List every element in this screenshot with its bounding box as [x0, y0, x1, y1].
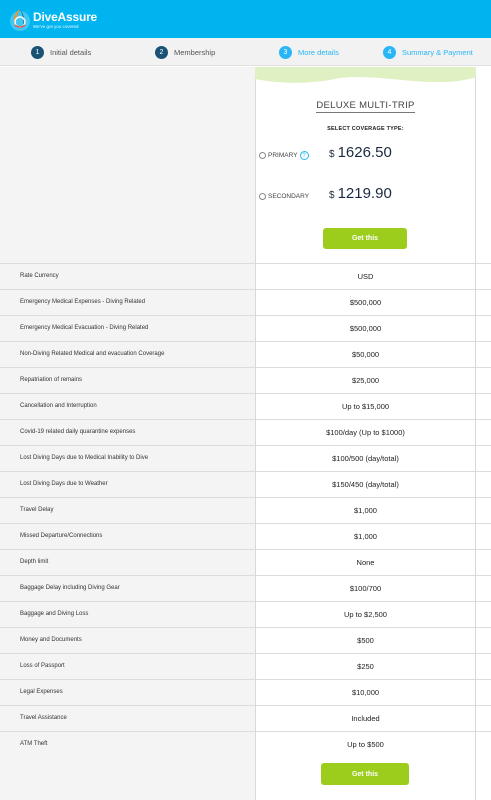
benefit-value: $500,000: [349, 298, 382, 307]
table-row: Travel Assistance Included: [0, 705, 491, 732]
benefit-label: Rate Currency: [20, 273, 59, 279]
step-membership[interactable]: 2 Membership: [155, 45, 215, 59]
benefit-value: Up to $2,500: [344, 610, 387, 619]
help-icon[interactable]: ?: [299, 151, 309, 160]
diveassure-logo[interactable]: DiveAssure We've got you covered: [6, 5, 98, 33]
benefit-label: Missed Departure/Connections: [20, 533, 103, 539]
step-more-details[interactable]: 3 More details: [279, 45, 339, 59]
table-row: ATM Theft Up to $500: [0, 731, 491, 758]
benefit-value: USD: [357, 272, 374, 281]
get-this-button-bottom[interactable]: Get this: [321, 763, 409, 785]
benefit-label: Legal Expenses: [20, 689, 63, 695]
benefit-value: $25,000: [351, 376, 380, 385]
table-row: Baggage Delay including Diving Gear $100/…: [0, 575, 491, 602]
benefit-value: $50,000: [351, 350, 380, 359]
currency-symbol: $: [329, 190, 335, 201]
table-row: Travel Delay $1,000: [0, 497, 491, 524]
benefit-label: Loss of Passport: [20, 663, 65, 669]
benefit-value: Included: [351, 714, 380, 723]
primary-label: PRIMARY: [268, 152, 298, 159]
primary-price: $1626.50: [329, 144, 392, 162]
currency-symbol: $: [329, 149, 335, 160]
benefit-value: $10,000: [351, 688, 380, 697]
benefit-label: Non-Diving Related Medical and evacuatio…: [20, 351, 165, 357]
table-row: Lost Diving Days due to Weather $150/450 …: [0, 471, 491, 498]
step-number: 4: [383, 45, 396, 59]
benefit-label: Emergency Medical Expenses - Diving Rela…: [20, 299, 146, 305]
benefit-label: Money and Documents: [20, 637, 82, 643]
table-row: Baggage and Diving Loss Up to $2,500: [0, 601, 491, 628]
table-row: Emergency Medical Evacuation - Diving Re…: [0, 315, 491, 342]
benefit-value: None: [356, 558, 375, 567]
benefit-value: $250: [357, 662, 374, 671]
table-row: Loss of Passport $250: [0, 653, 491, 680]
benefit-label: Covid-19 related daily quarantine expens…: [20, 429, 136, 435]
benefit-label: Baggage and Diving Loss: [20, 611, 89, 617]
benefit-value: Up to $500: [347, 740, 384, 749]
brand-name: DiveAssure: [33, 10, 98, 24]
benefit-value: $500: [357, 636, 374, 645]
step-label: More details: [298, 47, 339, 57]
benefit-value: $100/700: [349, 584, 382, 593]
benefit-value: $500,000: [349, 324, 382, 333]
primary-radio[interactable]: [259, 152, 266, 159]
progress-steps: 1 Initial details 2 Membership 3 More de…: [0, 38, 491, 66]
table-row: Missed Departure/Connections $1,000: [0, 523, 491, 550]
table-row: Emergency Medical Expenses - Diving Rela…: [0, 289, 491, 316]
table-row: Lost Diving Days due to Medical Inabilit…: [0, 445, 491, 472]
plan-name: DELUXE MULTI-TRIP: [316, 100, 415, 113]
table-row: Money and Documents $500: [0, 627, 491, 654]
table-row: Cancellation and Interruption Up to $15,0…: [0, 393, 491, 420]
benefit-label: Lost Diving Days due to Weather: [20, 481, 108, 487]
step-initial-details[interactable]: 1 Initial details: [31, 45, 91, 59]
table-row: Legal Expenses $10,000: [0, 679, 491, 706]
benefit-value: $100/day (Up to $1000): [326, 428, 405, 437]
secondary-radio[interactable]: [259, 193, 266, 200]
step-summary-payment[interactable]: 4 Summary & Payment: [383, 45, 473, 59]
brand-tagline: We've got you covered: [33, 24, 79, 29]
step-number: 1: [31, 45, 44, 59]
benefit-value: $100/500 (day/total): [332, 454, 399, 463]
benefit-label: Emergency Medical Evacuation - Diving Re…: [20, 325, 149, 331]
table-row: Covid-19 related daily quarantine expens…: [0, 419, 491, 446]
secondary-label: SECONDARY: [268, 193, 310, 200]
benefit-label: Cancellation and Interruption: [20, 403, 97, 409]
secondary-price: $1219.90: [329, 185, 392, 203]
primary-option[interactable]: PRIMARY ?: [259, 151, 309, 160]
benefit-label: Depth limit: [20, 559, 49, 565]
benefit-value: $1,000: [354, 532, 377, 541]
step-number: 3: [279, 45, 292, 59]
step-label: Summary & Payment: [402, 47, 473, 57]
table-row: Repatriation of remains $25,000: [0, 367, 491, 394]
table-row: Depth limit None: [0, 549, 491, 576]
plan-header-wave: [255, 67, 476, 83]
benefit-label: ATM Theft: [20, 741, 48, 747]
benefit-value: Up to $15,000: [341, 402, 390, 411]
benefit-value: $150/450 (day/total): [332, 480, 399, 489]
benefit-label: Repatriation of remains: [20, 377, 83, 383]
benefit-label: Travel Assistance: [20, 715, 67, 721]
get-this-button-top[interactable]: Get this: [323, 228, 407, 249]
benefit-label: Lost Diving Days due to Medical Inabilit…: [20, 455, 149, 461]
benefit-value: $1,000: [354, 506, 377, 515]
step-label: Initial details: [50, 47, 92, 57]
price-amount: 1626.50: [337, 144, 392, 161]
select-coverage-label: SELECT COVERAGE TYPE:: [327, 126, 404, 132]
step-label: Membership: [174, 47, 216, 57]
top-header: DiveAssure We've got you covered: [0, 0, 491, 38]
step-number: 2: [155, 45, 168, 59]
benefit-label: Baggage Delay including Diving Gear: [20, 585, 120, 591]
benefit-label: Travel Delay: [20, 507, 54, 513]
price-amount: 1219.90: [337, 185, 392, 202]
secondary-option[interactable]: SECONDARY: [259, 193, 309, 200]
table-row: Non-Diving Related Medical and evacuatio…: [0, 341, 491, 368]
table-row: Rate Currency USD: [0, 263, 491, 290]
logo-mark-icon: [10, 9, 30, 31]
